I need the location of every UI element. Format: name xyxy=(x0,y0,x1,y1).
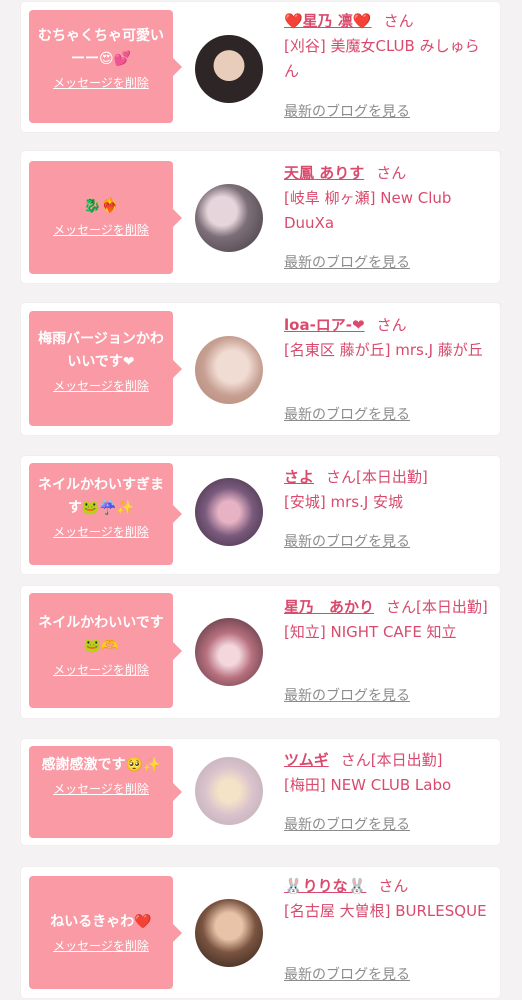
message-text: ネイルかわいすぎます🐸☔️✨ xyxy=(38,477,164,516)
sender-info: さよ さん[本日出勤] [安城] mrs.J 安城 xyxy=(284,465,494,515)
avatar[interactable] xyxy=(195,478,263,546)
latest-blog-link[interactable]: 最新のブログを見る xyxy=(284,103,410,121)
message-bubble: 感謝感激です🥺✨ メッセージを削除 xyxy=(29,746,182,838)
message-bubble: 梅雨バージョンかわいいです❤ メッセージを削除 xyxy=(29,311,182,426)
message-text: ネイルかわいいです🐸🫶 xyxy=(38,615,164,654)
shop-name: [梅田] NEW CLUB Labo xyxy=(284,776,452,794)
sender-name-link[interactable]: loa-ロア-❤ xyxy=(284,316,365,334)
sender-info: ❤️星乃 凛❤️ さん [刈谷] 美魔女CLUB みしゅらん xyxy=(284,9,494,84)
avatar[interactable] xyxy=(195,899,263,967)
delete-message-button[interactable]: メッセージを削除 xyxy=(53,938,149,954)
latest-blog-link[interactable]: 最新のブログを見る xyxy=(284,816,410,834)
message-card: むちゃくちゃ可愛いーー😍💕 メッセージを削除 ❤️星乃 凛❤️ さん [刈谷] 美… xyxy=(21,2,500,132)
sender-name-link[interactable]: 星乃 あかり xyxy=(284,598,374,616)
message-bubble: ネイルかわいいです🐸🫶 メッセージを削除 xyxy=(29,593,182,708)
honorific: さん xyxy=(383,12,414,30)
message-text: 🐉❤️‍🔥 xyxy=(83,198,119,214)
message-text: 感謝感激です🥺✨ xyxy=(41,757,161,773)
delete-message-button[interactable]: メッセージを削除 xyxy=(53,781,149,797)
delete-message-button[interactable]: メッセージを削除 xyxy=(53,524,149,540)
delete-message-button[interactable]: メッセージを削除 xyxy=(53,222,149,238)
message-bubble: 🐉❤️‍🔥 メッセージを削除 xyxy=(29,161,182,274)
message-card: 感謝感激です🥺✨ メッセージを削除 ツムギ さん[本日出勤] [梅田] NEW C… xyxy=(21,739,500,845)
delete-message-button[interactable]: メッセージを削除 xyxy=(53,378,149,394)
sender-info: 天鳳 ありす さん [岐阜 柳ヶ瀬] New Club DuuXa xyxy=(284,161,494,236)
delete-message-button[interactable]: メッセージを削除 xyxy=(53,662,149,678)
latest-blog-link[interactable]: 最新のブログを見る xyxy=(284,254,410,272)
message-card: ネイルかわいすぎます🐸☔️✨ メッセージを削除 さよ さん[本日出勤] [安城] … xyxy=(21,456,500,574)
sender-name-link[interactable]: 天鳳 ありす xyxy=(284,164,364,182)
sender-info: 🐰りりな🐰 さん [名古屋 大曽根] BURLESQUE xyxy=(284,874,494,924)
shop-name: [岐阜 柳ヶ瀬] New Club DuuXa xyxy=(284,189,452,232)
message-card: ねいるきゃわ❤️ メッセージを削除 🐰りりな🐰 さん [名古屋 大曽根] BURL… xyxy=(21,867,500,998)
delete-message-button[interactable]: メッセージを削除 xyxy=(53,75,149,91)
message-bubble: ネイルかわいすぎます🐸☔️✨ メッセージを削除 xyxy=(29,463,182,565)
sender-name-link[interactable]: 🐰りりな🐰 xyxy=(284,877,366,895)
sender-info: ツムギ さん[本日出勤] [梅田] NEW CLUB Labo xyxy=(284,748,494,798)
message-text: ねいるきゃわ❤️ xyxy=(50,914,152,930)
sender-name-link[interactable]: さよ xyxy=(284,468,314,486)
honorific: さん xyxy=(340,751,371,769)
latest-blog-link[interactable]: 最新のブログを見る xyxy=(284,406,410,424)
message-card: 梅雨バージョンかわいいです❤ メッセージを削除 loa-ロア-❤ さん [名東区 … xyxy=(21,303,500,435)
sender-name-link[interactable]: ❤️星乃 凛❤️ xyxy=(284,12,372,30)
honorific: さん xyxy=(378,877,409,895)
shop-name: [名古屋 大曽根] BURLESQUE xyxy=(284,902,487,920)
message-bubble: ねいるきゃわ❤️ メッセージを削除 xyxy=(29,876,182,989)
status-badge: [本日出勤] xyxy=(416,598,488,616)
avatar[interactable] xyxy=(195,336,263,404)
message-bubble: むちゃくちゃ可愛いーー😍💕 メッセージを削除 xyxy=(29,10,182,123)
sender-info: 星乃 あかり さん[本日出勤] [知立] NIGHT CAFE 知立 xyxy=(284,595,494,645)
message-card: ネイルかわいいです🐸🫶 メッセージを削除 星乃 あかり さん[本日出勤] [知立]… xyxy=(21,586,500,718)
honorific: さん xyxy=(376,316,407,334)
latest-blog-link[interactable]: 最新のブログを見る xyxy=(284,966,410,984)
sender-info: loa-ロア-❤ さん [名東区 藤が丘] mrs.J 藤が丘 xyxy=(284,313,494,363)
status-badge: [本日出勤] xyxy=(356,468,428,486)
latest-blog-link[interactable]: 最新のブログを見る xyxy=(284,687,410,705)
message-text: むちゃくちゃ可愛いーー😍💕 xyxy=(38,28,164,67)
honorific: さん xyxy=(376,164,407,182)
shop-name: [刈谷] 美魔女CLUB みしゅらん xyxy=(284,37,480,80)
sender-name-link[interactable]: ツムギ xyxy=(284,751,329,769)
honorific: さん xyxy=(326,468,357,486)
shop-name: [名東区 藤が丘] mrs.J 藤が丘 xyxy=(284,341,483,359)
shop-name: [知立] NIGHT CAFE 知立 xyxy=(284,623,457,641)
message-text: 梅雨バージョンかわいいです❤ xyxy=(38,331,164,370)
shop-name: [安城] mrs.J 安城 xyxy=(284,493,404,511)
latest-blog-link[interactable]: 最新のブログを見る xyxy=(284,533,410,551)
message-card: 🐉❤️‍🔥 メッセージを削除 天鳳 ありす さん [岐阜 柳ヶ瀬] New Clu… xyxy=(21,151,500,283)
avatar[interactable] xyxy=(195,618,263,686)
avatar[interactable] xyxy=(195,757,263,825)
honorific: さん xyxy=(386,598,417,616)
avatar[interactable] xyxy=(195,35,263,103)
avatar[interactable] xyxy=(195,184,263,252)
status-badge: [本日出勤] xyxy=(370,751,443,769)
